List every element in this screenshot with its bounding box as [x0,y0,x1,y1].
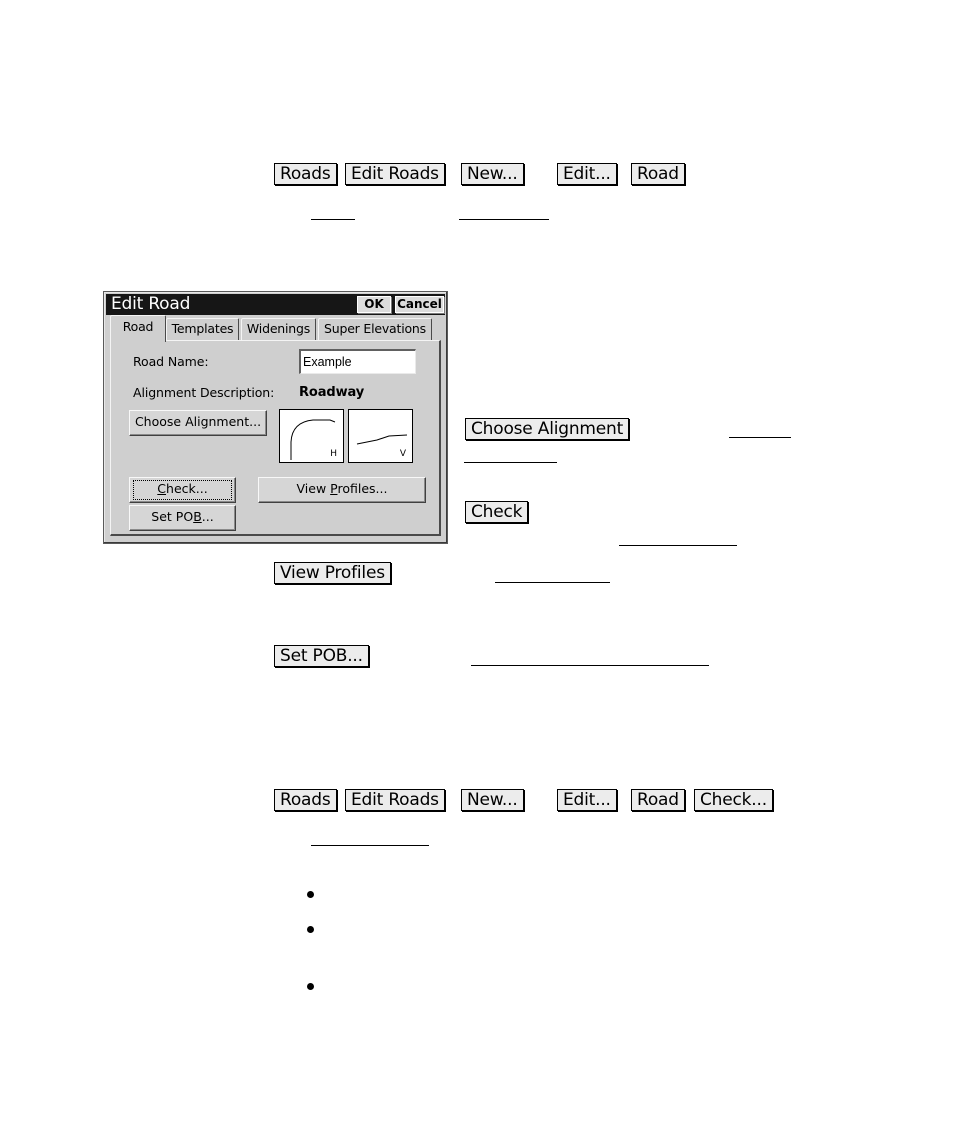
edit-roads-key: Edit Roads [345,789,445,811]
tab-label: Super Elevations [324,321,426,336]
road-name-input[interactable] [299,349,416,374]
hyperlink-underline[interactable] [311,219,355,220]
ok-button[interactable]: OK [357,296,391,313]
list-bullet [307,983,314,990]
hyperlink-underline[interactable] [495,582,610,583]
hyperlink-underline[interactable] [619,545,737,546]
set-pob-button[interactable]: Set POB... [129,505,236,531]
road-name-label: Road Name: [133,354,209,369]
road-key: Road [631,789,685,811]
tab-label: Widenings [246,321,311,336]
list-bullet [307,926,314,933]
tab-label: Templates [171,321,234,336]
set-pob-label: Set POB... [133,508,232,528]
new-key: New... [461,789,524,811]
check-button[interactable]: Check... [129,477,236,503]
roads-key: Roads [274,163,337,185]
new-key: New... [461,163,524,185]
tab-super-elevations[interactable]: Super Elevations [318,318,432,340]
edit-key: Edit... [557,789,617,811]
view-profiles-button[interactable]: View Profiles... [258,477,426,503]
hyperlink-underline[interactable] [471,665,709,666]
choose-alignment-button[interactable]: Choose Alignment... [129,410,267,436]
tab-templates[interactable]: Templates [166,318,239,340]
check-key: Check [465,501,529,523]
mnemonic: B [193,509,202,524]
label-part: View [296,481,331,496]
dialog-titlebar: Edit Road OK Cancel [106,294,445,315]
list-bullet [307,891,314,898]
dialog-title: Edit Road [111,294,191,314]
hyperlink-underline[interactable] [459,219,549,220]
tab-road[interactable]: Road [110,315,166,342]
view-profiles-label: View Profiles... [262,480,422,500]
alignment-description-label: Alignment Description: [133,385,275,400]
alignment-description-value: Roadway [299,385,365,400]
label-part: heck... [166,481,208,496]
choose-alignment-label: Choose Alignment... [134,414,262,429]
edit-road-dialog: Edit Road OK Cancel Road Templates Widen… [103,291,448,544]
edit-key: Edit... [557,163,617,185]
horizontal-tag: H [330,449,337,459]
hyperlink-underline[interactable] [311,845,429,846]
tab-widenings[interactable]: Widenings [241,318,316,340]
roads-key: Roads [274,789,337,811]
vertical-tag: V [399,449,406,459]
road-key: Road [631,163,685,185]
cancel-button[interactable]: Cancel [395,296,444,313]
set-pob-key: Set POB... [274,645,369,667]
choose-alignment-key: Choose Alignment [465,418,630,440]
tab-label: Road [122,319,154,334]
label-part: Set PO [151,509,194,524]
horizontal-alignment-preview: H [279,409,344,463]
hyperlink-underline[interactable] [729,437,791,438]
check-label: Check... [133,480,232,500]
label-part: ... [201,509,214,524]
vertical-alignment-preview: V [348,409,413,463]
view-profiles-key: View Profiles [274,562,391,584]
hyperlink-underline[interactable] [464,462,557,463]
edit-roads-key: Edit Roads [345,163,445,185]
road-tab-panel: Road Name: Alignment Description: Roadwa… [110,340,441,536]
mnemonic: C [157,481,167,496]
label-part: rofiles... [337,481,388,496]
check-key: Check... [694,789,773,811]
